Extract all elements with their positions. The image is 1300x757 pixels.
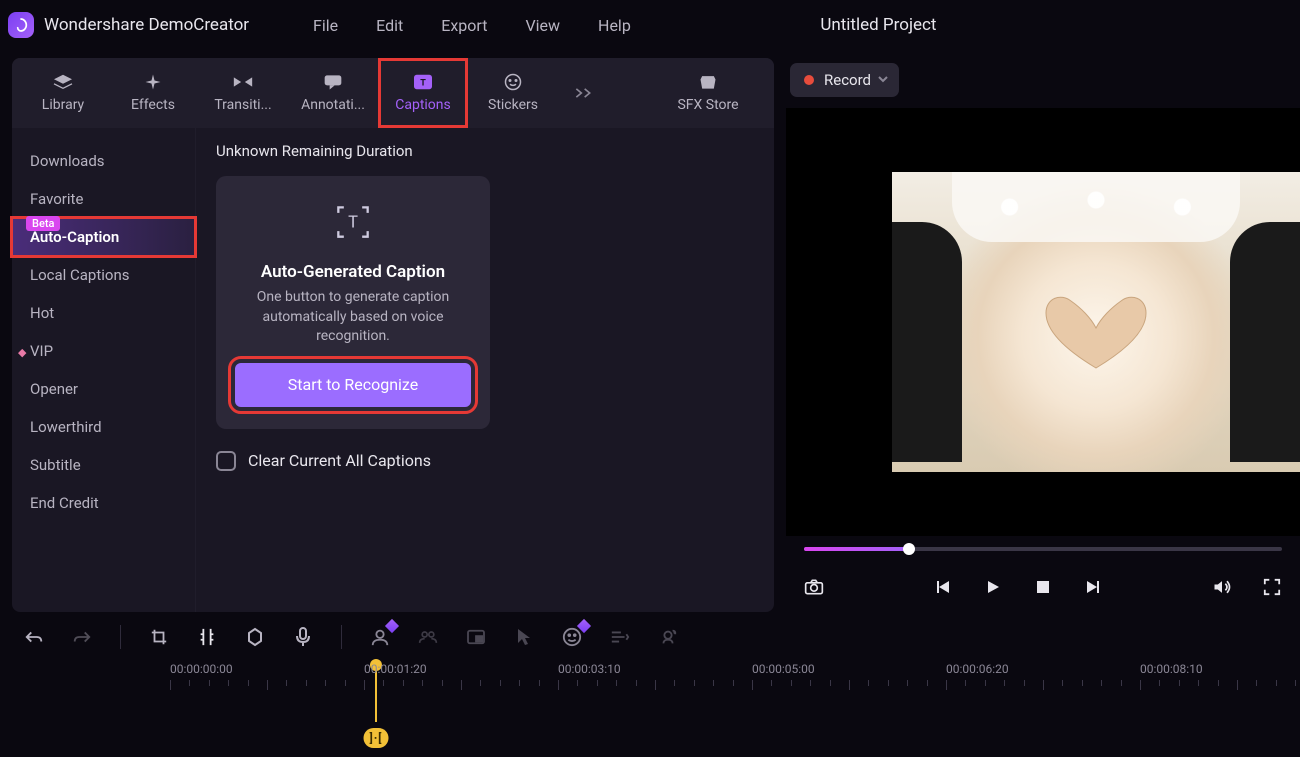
preview-pane: Record — [786, 58, 1300, 612]
menu-edit[interactable]: Edit — [376, 16, 403, 35]
card-title: Auto-Generated Caption — [261, 262, 445, 282]
tab-annotations[interactable]: Annotati... — [288, 58, 378, 128]
card-description: One button to generate caption automatic… — [234, 288, 472, 347]
crop-button[interactable] — [149, 627, 169, 647]
auto-caption-icon: T — [331, 200, 375, 244]
fullscreen-button[interactable] — [1262, 577, 1282, 597]
captions-sidebar: Downloads Favorite Beta Auto-Caption Loc… — [12, 128, 196, 612]
preview-controls — [786, 562, 1300, 612]
next-frame-button[interactable] — [1083, 577, 1103, 597]
sidebar-item-local-captions[interactable]: Local Captions — [12, 256, 195, 294]
bowtie-icon — [232, 73, 254, 91]
video-preview[interactable] — [786, 108, 1300, 536]
stop-button[interactable] — [1033, 577, 1053, 597]
split-button[interactable] — [197, 627, 217, 647]
ruler-timestamp: 00:00:08:10 — [1140, 662, 1203, 676]
ruler-timestamp: 00:00:05:00 — [752, 662, 815, 676]
sidebar-item-opener[interactable]: Opener — [12, 370, 195, 408]
app-logo-wrap: Wondershare DemoCreator — [8, 12, 249, 38]
tab-strip: Library Effects Transiti... Annotati... … — [12, 58, 774, 128]
ruler-timestamp: 00:00:01:20 — [364, 662, 427, 676]
sparkle-icon — [142, 73, 164, 91]
smiley-icon — [502, 73, 524, 91]
redo-button[interactable] — [72, 627, 92, 647]
group-button[interactable] — [418, 627, 438, 647]
titlebar: Wondershare DemoCreator File Edit Export… — [0, 0, 1300, 50]
sidebar-item-favorite[interactable]: Favorite — [12, 180, 195, 218]
vip-icon: ◆ — [18, 346, 28, 356]
svg-text:T: T — [348, 214, 358, 233]
beta-badge: Beta — [26, 216, 60, 231]
denoise-button[interactable] — [658, 627, 678, 647]
caption-panel: Unknown Remaining Duration T Auto-Genera… — [196, 128, 774, 612]
ruler-timestamp: 00:00:03:10 — [558, 662, 621, 676]
ruler-timestamp: 00:00:00:00 — [170, 662, 233, 676]
tab-captions[interactable]: T Captions — [378, 58, 468, 128]
face-effect-button[interactable] — [562, 627, 582, 647]
timeline-ruler[interactable]: ]∙[ 00:00:00:0000:00:01:2000:00:03:1000:… — [150, 662, 1300, 692]
chat-icon — [322, 73, 344, 91]
layers-icon — [52, 73, 74, 91]
speed-button[interactable] — [610, 627, 630, 647]
caption-icon: T — [412, 73, 434, 91]
tab-sfx-store[interactable]: SFX Store — [648, 58, 768, 128]
undo-button[interactable] — [24, 627, 44, 647]
project-title: Untitled Project — [465, 15, 1292, 35]
playhead-handle-icon[interactable]: ]∙[ — [364, 728, 389, 748]
timeline-toolbar — [0, 612, 1300, 662]
record-dot-icon — [804, 75, 814, 85]
timeline: ]∙[ 00:00:00:00 00:00:01:20 00:00:03:10 00:… — [0, 612, 1300, 757]
sidebar-item-hot[interactable]: Hot — [12, 294, 195, 332]
sidebar-item-auto-caption[interactable]: Beta Auto-Caption — [12, 218, 195, 256]
clear-captions-checkbox[interactable] — [216, 451, 236, 471]
progress-fill — [804, 547, 909, 551]
clear-captions-label: Clear Current All Captions — [248, 451, 431, 470]
app-logo-icon — [8, 12, 34, 38]
start-recognize-button[interactable]: Start to Recognize — [235, 363, 471, 407]
volume-button[interactable] — [1212, 577, 1232, 597]
ai-portrait-button[interactable] — [370, 627, 390, 647]
tab-effects[interactable]: Effects — [108, 58, 198, 128]
sidebar-item-end-credit[interactable]: End Credit — [12, 484, 195, 522]
play-button[interactable] — [983, 577, 1003, 597]
ruler-timestamp: 00:00:06:20 — [946, 662, 1009, 676]
marker-button[interactable] — [245, 627, 265, 647]
preview-frame — [892, 172, 1300, 472]
tab-stickers[interactable]: Stickers — [468, 58, 558, 128]
tab-transitions[interactable]: Transiti... — [198, 58, 288, 128]
voiceover-button[interactable] — [293, 627, 313, 647]
store-icon — [697, 73, 719, 91]
tabs-more-button[interactable] — [558, 86, 608, 100]
snapshot-button[interactable] — [804, 577, 824, 597]
cursor-button[interactable] — [514, 627, 534, 647]
auto-caption-card: T Auto-Generated Caption One button to g… — [216, 176, 490, 429]
caption-status: Unknown Remaining Duration — [216, 142, 754, 160]
preview-progress[interactable] — [786, 536, 1300, 562]
progress-thumb[interactable] — [903, 543, 915, 555]
sidebar-item-downloads[interactable]: Downloads — [12, 142, 195, 180]
tab-library[interactable]: Library — [18, 58, 108, 128]
svg-text:T: T — [420, 79, 426, 89]
sidebar-item-subtitle[interactable]: Subtitle — [12, 446, 195, 484]
library-pane: Library Effects Transiti... Annotati... … — [12, 58, 774, 612]
app-name: Wondershare DemoCreator — [44, 15, 249, 35]
sidebar-item-vip[interactable]: ◆ VIP — [12, 332, 195, 370]
pip-button[interactable] — [466, 627, 486, 647]
prev-frame-button[interactable] — [933, 577, 953, 597]
record-button[interactable]: Record — [790, 63, 899, 97]
sidebar-item-lowerthird[interactable]: Lowerthird — [12, 408, 195, 446]
clear-captions-row[interactable]: Clear Current All Captions — [216, 451, 754, 471]
menu-file[interactable]: File — [313, 16, 338, 35]
chevron-down-icon — [877, 71, 889, 89]
